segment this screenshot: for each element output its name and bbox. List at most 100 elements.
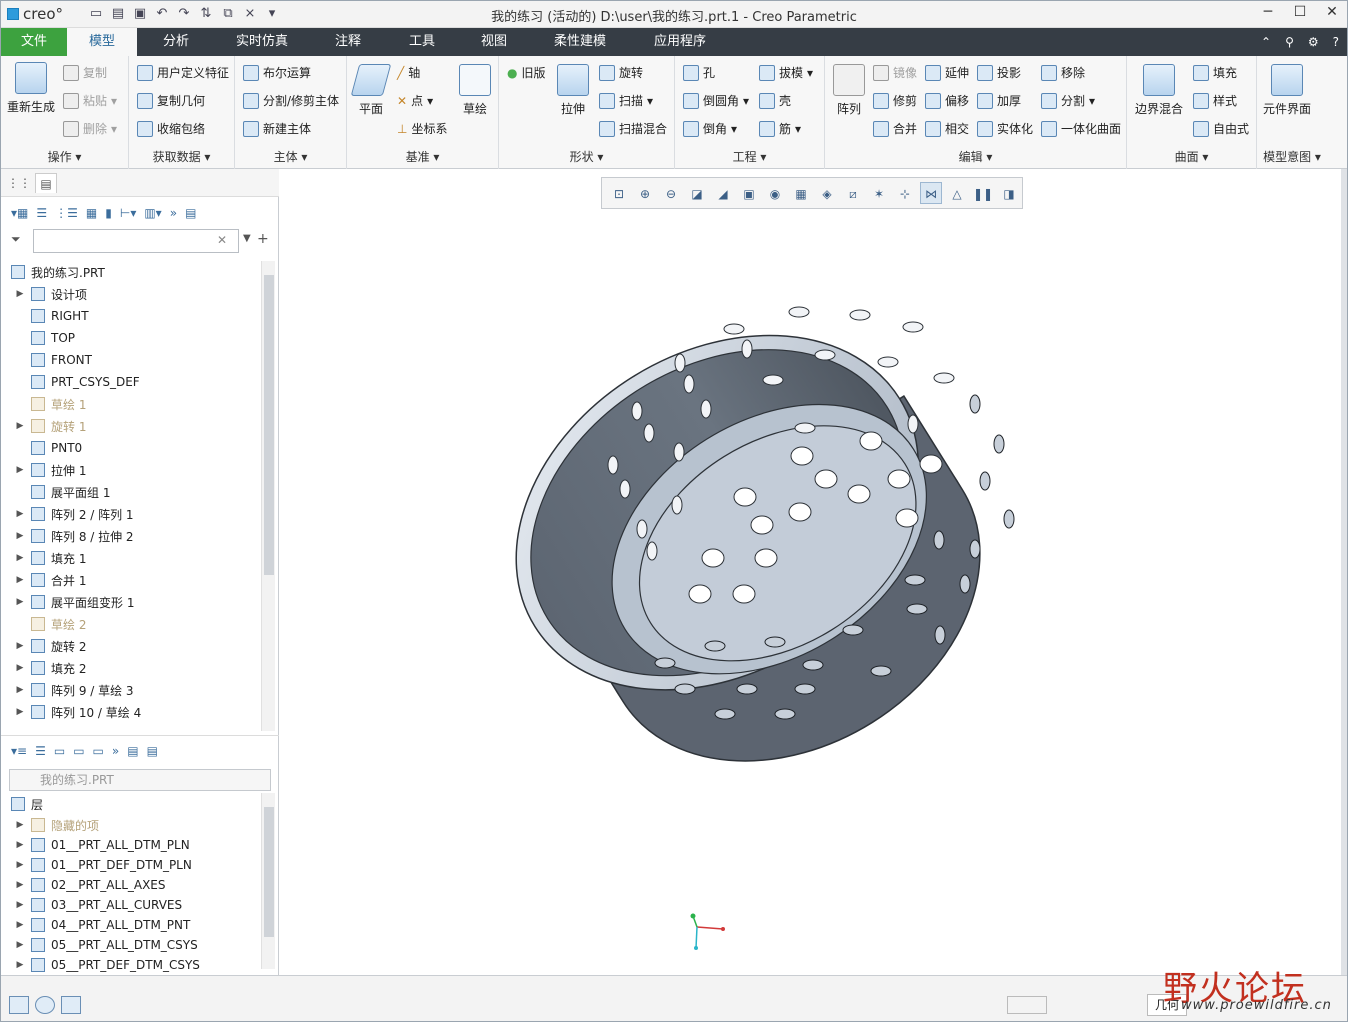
tree-report-icon[interactable]: ▤ [185, 206, 196, 220]
group-label-surfaces[interactable]: 曲面 ▾ [1127, 148, 1256, 165]
show-menu-icon[interactable]: ▾▦ [11, 206, 28, 220]
layer-scroll-thumb[interactable] [264, 807, 274, 937]
boundary-blend-button[interactable]: 边界混合 [1135, 64, 1183, 117]
group-label-body[interactable]: 主体 ▾ [235, 148, 346, 165]
sketch-button[interactable]: 草绘 [459, 64, 491, 117]
tab-tools[interactable]: 工具 [393, 28, 451, 56]
extend-button[interactable]: 延伸 [925, 64, 969, 81]
maximize-button[interactable]: ☐ [1291, 4, 1309, 20]
regenerate-button[interactable]: 重新生成 [7, 62, 55, 115]
tree-search-input[interactable] [33, 229, 239, 253]
style-button[interactable]: 样式 [1193, 92, 1237, 109]
tab-live-simulation[interactable]: 实时仿真 [225, 28, 299, 56]
group-label-shapes[interactable]: 形状 ▾ [499, 148, 674, 165]
expand-arrow-icon[interactable]: ▶ [15, 940, 25, 950]
layers-menu-icon[interactable]: ▾≡ [11, 744, 27, 758]
tab-model[interactable]: 模型 [67, 28, 137, 56]
mirror-button[interactable]: 镜像 [873, 64, 917, 81]
find-icon[interactable] [1007, 996, 1047, 1014]
layer-item[interactable]: ▶ 隐藏的项 [1, 815, 259, 835]
tree-item[interactable]: ▶ 填充 2 [1, 657, 259, 679]
model-viewport[interactable] [285, 169, 1341, 975]
layer-item[interactable]: ▶ 01__PRT_ALL_DTM_PLN [1, 835, 259, 855]
split-body-button[interactable]: 分割/修剪主体 [243, 92, 339, 109]
tree-item[interactable]: ▶ 展平面组变形 1 [1, 591, 259, 613]
expand-arrow-icon[interactable]: ▶ [15, 880, 25, 890]
swept-blend-button[interactable]: 扫描混合 [599, 120, 667, 137]
hole-button[interactable]: 孔 [683, 64, 715, 81]
freestyle-button[interactable]: 自由式 [1193, 120, 1249, 137]
expand-arrow-icon[interactable]: ▶ [15, 553, 25, 563]
pattern-button[interactable]: 阵列 [833, 64, 865, 117]
filter-icon[interactable]: ⏷ [11, 232, 21, 247]
project-button[interactable]: 投影 [977, 64, 1021, 81]
expand-arrow-icon[interactable]: ▶ [15, 509, 25, 519]
model-tree-tab[interactable]: ⋮⋮ [7, 173, 31, 193]
layer-view-2-icon[interactable]: ▭ [73, 744, 84, 758]
copy-button[interactable]: 复制 [63, 64, 107, 81]
expand-arrow-icon[interactable]: ▶ [15, 663, 25, 673]
tree-item[interactable]: RIGHT [1, 305, 259, 327]
sweep-button[interactable]: 扫描 ▾ [599, 92, 653, 109]
layer-item[interactable]: ▶ 03__PRT_ALL_CURVES [1, 895, 259, 915]
layer-view-3-icon[interactable]: ▭ [93, 744, 104, 758]
tree-scroll-thumb[interactable] [264, 275, 274, 575]
expand-arrow-icon[interactable]: ▶ [15, 597, 25, 607]
layer-object-selector[interactable]: 我的练习.PRT [9, 769, 271, 791]
tree-item[interactable]: ▶ 阵列 2 / 阵列 1 [1, 503, 259, 525]
extrude-button[interactable]: 拉伸 [557, 64, 589, 117]
tree-filter-icon[interactable]: ▦ [86, 206, 97, 220]
expand-arrow-icon[interactable]: ▶ [15, 900, 25, 910]
tree-root[interactable]: 我的练习.PRT [1, 261, 259, 283]
tree-item[interactable]: 草绘 2 [1, 613, 259, 635]
layer-more-icon[interactable]: » [112, 744, 119, 758]
group-label-operations[interactable]: 操作 ▾ [1, 148, 128, 165]
tree-item[interactable]: FRONT [1, 349, 259, 371]
tree-bookmark-icon[interactable]: ▮ [105, 206, 112, 220]
tree-settings-icon[interactable]: ⊢▾ [120, 206, 136, 220]
tab-view[interactable]: 视图 [465, 28, 523, 56]
chamfer-button[interactable]: 倒角 ▾ [683, 120, 737, 137]
full-screen-icon[interactable] [61, 996, 81, 1014]
boolean-button[interactable]: 布尔运算 [243, 64, 311, 81]
tree-expand-icon[interactable]: ⋮☰ [55, 206, 78, 220]
tab-flexible-modeling[interactable]: 柔性建模 [541, 28, 619, 56]
merge-button[interactable]: 合并 [873, 120, 917, 137]
tree-item[interactable]: ▶ 旋转 2 [1, 635, 259, 657]
udf-button[interactable]: 用户定义特征 [137, 64, 229, 81]
rib-button[interactable]: 筋 ▾ [759, 120, 801, 137]
revolve-button[interactable]: 旋转 [599, 64, 643, 81]
minimize-button[interactable]: ─ [1259, 4, 1277, 20]
tree-item[interactable]: ▶ 阵列 8 / 拉伸 2 [1, 525, 259, 547]
expand-arrow-icon[interactable]: ▶ [15, 289, 25, 299]
split-button[interactable]: 分割 ▾ [1041, 92, 1095, 109]
expand-arrow-icon[interactable]: ▶ [15, 707, 25, 717]
tree-item[interactable]: ▶ 设计项 [1, 283, 259, 305]
shell-button[interactable]: 壳 [759, 92, 791, 109]
clear-search-icon[interactable]: ✕ [217, 233, 227, 247]
expand-arrow-icon[interactable]: ▶ [15, 840, 25, 850]
new-body-button[interactable]: 新建主体 [243, 120, 311, 137]
layer-scrollbar[interactable] [261, 793, 275, 969]
layer-item[interactable]: ▶ 01__PRT_DEF_DTM_PLN [1, 855, 259, 875]
layer-report-icon[interactable]: ▤ [147, 744, 158, 758]
tab-analysis[interactable]: 分析 [147, 28, 205, 56]
expand-arrow-icon[interactable]: ▶ [15, 820, 25, 830]
delete-button[interactable]: 删除 ▾ [63, 120, 117, 137]
tree-item[interactable]: ▶ 填充 1 [1, 547, 259, 569]
tree-item[interactable]: ▶ 拉伸 1 [1, 459, 259, 481]
plane-button[interactable]: 平面 [350, 64, 392, 117]
tree-item[interactable]: PNT0 [1, 437, 259, 459]
layer-item[interactable]: ▶ 02__PRT_ALL_AXES [1, 875, 259, 895]
expand-arrow-icon[interactable]: ▶ [15, 685, 25, 695]
group-label-editing[interactable]: 编辑 ▾ [825, 148, 1126, 165]
expand-arrow-icon[interactable]: ▶ [15, 465, 25, 475]
settings-icon[interactable]: ⚙ [1308, 35, 1319, 49]
group-label-datum[interactable]: 基准 ▾ [347, 148, 498, 165]
thicken-button[interactable]: 加厚 [977, 92, 1021, 109]
trim-button[interactable]: 修剪 [873, 92, 917, 109]
offset-button[interactable]: 偏移 [925, 92, 969, 109]
tab-annotate[interactable]: 注释 [319, 28, 377, 56]
layer-item[interactable]: ▶ 05__PRT_ALL_DTM_CSYS [1, 935, 259, 955]
search-dropdown-icon[interactable]: ▼ [243, 233, 251, 244]
